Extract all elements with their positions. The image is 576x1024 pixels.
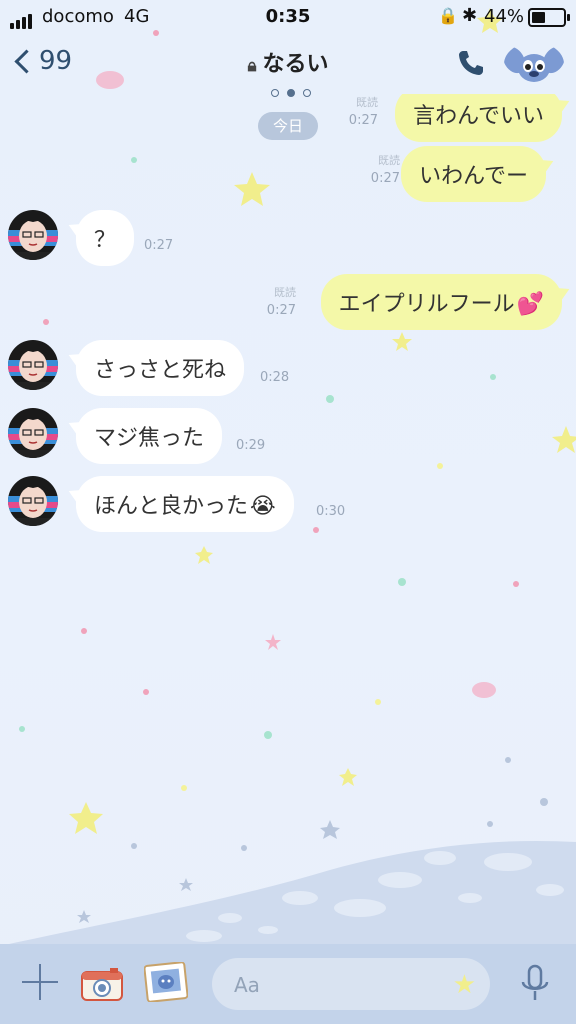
message-time: 0:27 [348,113,378,128]
message-time: 0:30 [316,504,346,519]
gallery-icon[interactable] [144,962,188,1002]
sender-avatar[interactable] [8,210,58,260]
message-text: マジ焦った [94,426,205,451]
heart-emoji-icon: 💕 [516,292,544,317]
microphone-icon[interactable] [518,964,552,1004]
phone-icon[interactable] [456,48,486,78]
crying-emoji-icon: 😭 [250,494,276,519]
status-bar: docomo 4G 0:35 🔒 ✱ 44% [0,0,576,34]
read-receipt: 既読 [356,96,378,109]
outgoing-message[interactable]: いわんでー [401,146,546,202]
battery-icon [528,8,570,27]
message-time: 0:28 [260,370,290,385]
battery-percent: 44% [484,6,525,27]
profile-avatar-icon[interactable] [504,42,564,86]
message-text: ほんと良かった [94,494,249,519]
outgoing-message[interactable]: 言わんでいい [395,94,562,142]
lock-icon: 🔒︎ [247,56,257,76]
incoming-message[interactable]: ？ [76,210,135,266]
chat-title-text: なるい [262,52,329,77]
chat-title[interactable]: 🔒︎ なるい [0,46,576,78]
message-time: 0:29 [236,438,266,453]
read-receipt: 既読 [274,286,296,299]
read-receipt: 既読 [378,154,400,167]
bluetooth-icon: ✱ [462,5,478,26]
message-text: ？ [94,228,117,253]
message-input-container: ★ [212,958,490,1010]
camera-icon[interactable] [80,966,124,1002]
incoming-message[interactable]: マジ焦った [76,408,223,464]
message-text: 言わんでいい [413,104,544,129]
chat-header: 99 🔒︎ なるい [0,34,576,97]
battery-fill [532,12,545,23]
chat-screen: docomo 4G 0:35 🔒 ✱ 44% 99 🔒︎ なるい 今日 言わんで… [0,0,576,1024]
message-time: 0:27 [266,303,296,318]
message-list[interactable]: 今日 言わんでいい 既読 0:27 いわんでー 既読 0:27 ？ 0:27 エ… [0,94,576,944]
date-separator: 今日 [258,112,318,140]
sender-avatar[interactable] [8,340,58,390]
incoming-message[interactable]: さっさと死ね [76,340,245,396]
sender-avatar[interactable] [8,408,58,458]
emoji-star-icon[interactable]: ★ [453,970,476,1000]
outgoing-message[interactable]: エイプリルフール💕 [320,274,562,330]
message-meta: 既読 0:27 [349,94,378,130]
sender-avatar[interactable] [8,476,58,526]
message-input[interactable] [232,970,436,1000]
incoming-message[interactable]: ほんと良かった😭 [76,476,294,532]
message-meta: 既読 0:27 [371,152,400,188]
message-text: さっさと死ね [94,358,227,383]
plus-icon[interactable] [22,964,58,1000]
message-text: いわんでー [419,164,528,189]
input-bar: ★ [0,944,576,1024]
message-time: 0:27 [144,238,174,253]
message-time: 0:27 [370,171,400,186]
message-text: エイプリルフール [338,292,515,317]
rotation-lock-icon: 🔒 [438,6,458,25]
message-meta: 既読 0:27 [267,284,296,320]
